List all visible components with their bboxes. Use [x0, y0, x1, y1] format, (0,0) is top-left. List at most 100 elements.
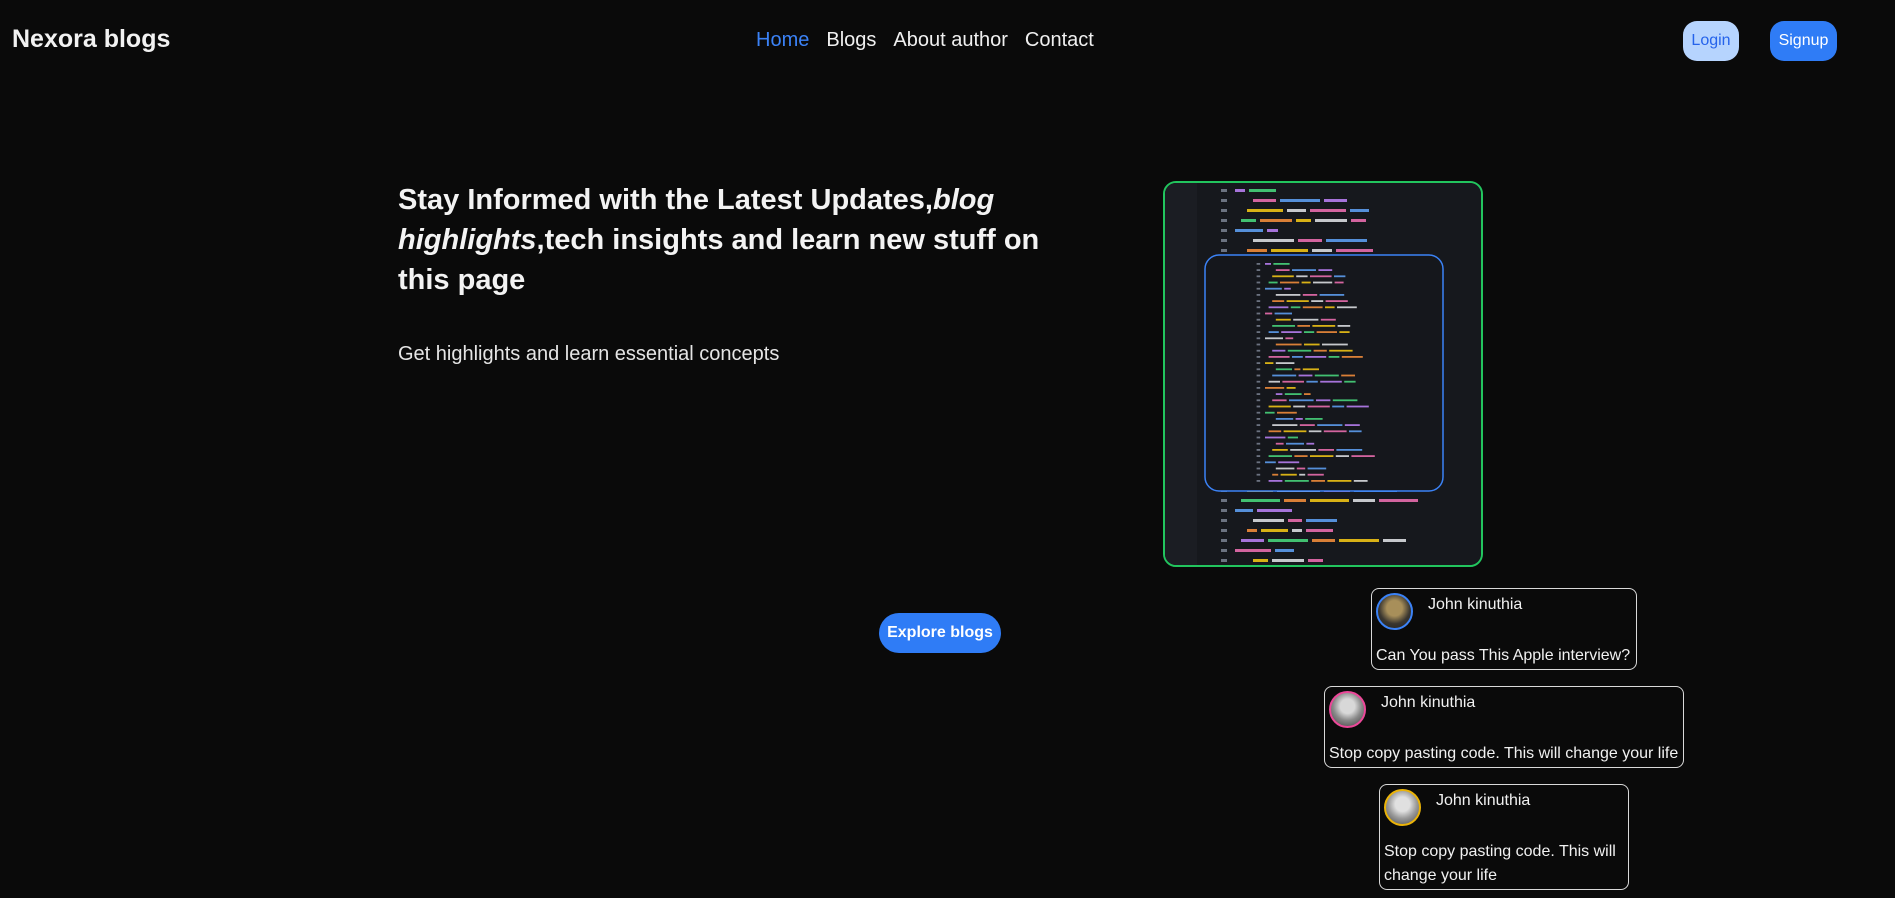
code-token	[1327, 480, 1352, 482]
code-token	[1253, 239, 1294, 242]
login-button[interactable]: Login	[1683, 21, 1739, 61]
code-token	[1308, 430, 1322, 433]
code-token	[1304, 343, 1320, 346]
line-number	[1256, 306, 1261, 309]
code-token	[1253, 519, 1284, 522]
code-token	[1314, 374, 1339, 377]
code-token	[1275, 467, 1295, 470]
main-nav: Home Blogs About author Contact	[756, 29, 1094, 52]
nav-blogs[interactable]: Blogs	[826, 29, 876, 52]
site-brand[interactable]: Nexora blogs	[12, 25, 170, 54]
line-number	[1221, 219, 1227, 222]
card-title: Stop copy pasting code. This will change…	[1384, 843, 1616, 884]
code-token	[1293, 405, 1306, 408]
explore-blogs-button[interactable]: Explore blogs	[879, 613, 1001, 653]
code-token	[1275, 549, 1294, 552]
code-token	[1275, 368, 1292, 371]
code-token	[1272, 300, 1285, 302]
code-token	[1289, 399, 1314, 402]
code-token	[1286, 442, 1304, 445]
line-number	[1256, 331, 1261, 333]
code-token	[1260, 219, 1292, 222]
line-number	[1256, 473, 1261, 476]
code-token	[1336, 449, 1363, 451]
line-number	[1221, 499, 1227, 502]
code-token	[1344, 424, 1360, 426]
nav-about-author[interactable]: About author	[893, 29, 1008, 52]
line-number	[1221, 529, 1227, 532]
code-token	[1313, 281, 1333, 284]
code-token	[1282, 380, 1304, 383]
line-number	[1256, 418, 1261, 420]
code-token	[1292, 269, 1316, 271]
code-token	[1278, 461, 1300, 464]
code-token	[1326, 239, 1367, 242]
line-number	[1221, 539, 1227, 542]
code-token	[1275, 343, 1302, 346]
code-token	[1306, 442, 1315, 445]
code-token	[1272, 275, 1294, 278]
blog-card[interactable]: John kinuthia Can You pass This Apple in…	[1371, 588, 1637, 670]
code-token	[1271, 249, 1308, 252]
line-number	[1256, 343, 1261, 346]
line-number	[1221, 239, 1227, 242]
line-number	[1256, 325, 1261, 327]
code-token	[1247, 209, 1283, 212]
line-number	[1256, 318, 1261, 321]
line-number	[1221, 229, 1227, 232]
code-token	[1310, 209, 1346, 212]
code-token	[1265, 287, 1282, 290]
line-number	[1256, 393, 1261, 395]
line-number	[1256, 356, 1261, 358]
code-token	[1353, 499, 1375, 502]
code-token	[1298, 239, 1322, 242]
line-number	[1221, 559, 1227, 562]
code-token	[1288, 519, 1302, 522]
code-token	[1332, 405, 1345, 408]
code-token	[1305, 418, 1323, 420]
card-title: Can You pass This Apple interview?	[1376, 647, 1631, 664]
code-token	[1235, 189, 1245, 192]
code-token	[1265, 312, 1273, 315]
nav-contact[interactable]: Contact	[1025, 29, 1094, 52]
code-token	[1353, 480, 1368, 482]
code-token	[1313, 349, 1327, 352]
code-token	[1316, 331, 1337, 333]
signup-button[interactable]: Signup	[1770, 21, 1837, 61]
code-token	[1307, 473, 1324, 476]
code-token	[1268, 356, 1290, 358]
code-token	[1346, 405, 1369, 408]
code-token	[1280, 281, 1300, 284]
blog-card[interactable]: John kinuthia Stop copy pasting code. Th…	[1379, 784, 1629, 890]
card-author: John kinuthia	[1436, 792, 1531, 809]
line-number	[1256, 368, 1261, 371]
code-token	[1329, 349, 1353, 352]
card-title: Stop copy pasting code. This will change…	[1329, 745, 1679, 762]
code-token	[1323, 430, 1347, 433]
code-token	[1267, 229, 1278, 232]
code-token	[1336, 249, 1373, 252]
code-token	[1296, 275, 1308, 278]
code-token	[1265, 411, 1275, 414]
code-token	[1257, 509, 1292, 512]
code-token	[1247, 529, 1257, 532]
code-token	[1253, 559, 1268, 562]
line-number	[1256, 387, 1261, 389]
code-token	[1335, 455, 1349, 457]
nav-home[interactable]: Home	[756, 29, 809, 52]
code-token	[1325, 300, 1348, 302]
code-token	[1349, 430, 1362, 433]
code-token	[1302, 294, 1318, 296]
code-token	[1280, 199, 1320, 202]
code-token	[1241, 499, 1280, 502]
blog-card[interactable]: John kinuthia Stop copy pasting code. Th…	[1324, 686, 1684, 768]
code-token	[1302, 368, 1319, 371]
code-token	[1341, 374, 1355, 377]
code-token	[1293, 318, 1319, 321]
code-token	[1334, 275, 1346, 278]
code-token	[1310, 275, 1332, 278]
code-token	[1318, 269, 1333, 271]
code-token	[1379, 499, 1418, 502]
line-number	[1256, 424, 1261, 426]
line-number	[1256, 411, 1261, 414]
